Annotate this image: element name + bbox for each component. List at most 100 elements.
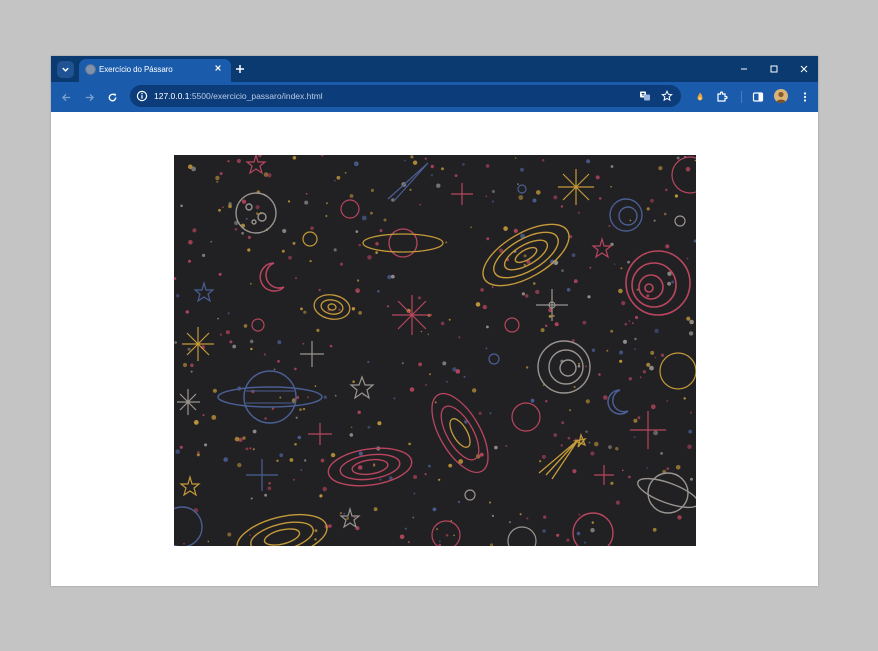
- new-tab-button[interactable]: [234, 63, 246, 75]
- tab-active[interactable]: Exercício do Pássaro: [79, 59, 231, 82]
- star-dot: [193, 420, 199, 425]
- info-icon: [136, 90, 148, 102]
- star-dot: [287, 200, 291, 203]
- star-dot: [188, 240, 193, 245]
- globe-icon: [85, 64, 96, 75]
- star-dot: [410, 155, 414, 159]
- star-dot: [561, 269, 564, 272]
- star-dot: [344, 172, 347, 174]
- browser-menu-button[interactable]: [798, 90, 812, 104]
- star-dot: [584, 541, 586, 544]
- star-dot: [489, 412, 492, 415]
- star-dot: [229, 340, 233, 344]
- star-dot: [295, 277, 297, 280]
- reload-button[interactable]: [105, 90, 119, 104]
- star-dot: [237, 462, 242, 468]
- star-dot: [401, 362, 404, 365]
- tab-strip: Exercício do Pássaro: [51, 56, 818, 82]
- star-dot: [462, 163, 465, 166]
- star-dot: [424, 157, 427, 160]
- star-dot: [470, 226, 472, 229]
- star-dot: [357, 279, 360, 282]
- star-dot: [367, 425, 371, 429]
- star-dot: [355, 230, 359, 233]
- star-dot: [314, 385, 317, 387]
- star-dot: [475, 302, 481, 307]
- star-dot: [282, 228, 287, 234]
- star-dot: [357, 410, 361, 414]
- star-dot: [404, 159, 406, 162]
- profile-avatar[interactable]: [774, 89, 788, 103]
- star-dot: [379, 478, 382, 481]
- star-dot: [358, 243, 361, 247]
- star-dot: [685, 166, 691, 172]
- bookmark-button[interactable]: [660, 89, 674, 103]
- star-dot: [174, 341, 177, 344]
- star-dot: [232, 344, 237, 349]
- minimize-button[interactable]: [738, 63, 750, 75]
- star-dot: [542, 159, 545, 162]
- star-dot: [355, 288, 360, 293]
- star-dot: [610, 185, 612, 188]
- forward-button[interactable]: [82, 90, 96, 104]
- star-dot: [302, 407, 306, 411]
- star-dot: [197, 451, 200, 454]
- tab-close-button[interactable]: [213, 63, 223, 73]
- tab-search-button[interactable]: [57, 61, 74, 78]
- star-dot: [249, 447, 252, 450]
- star-dot: [688, 429, 693, 434]
- star-dot: [409, 387, 415, 392]
- address-bar[interactable]: 127.0.0.1:5500/exercicio_passaro/index.h…: [130, 85, 681, 107]
- star-dot: [485, 347, 488, 350]
- star-dot: [222, 206, 224, 209]
- star-dot: [485, 195, 488, 198]
- star-dot: [264, 417, 267, 420]
- star-dot: [637, 416, 641, 420]
- star-dot: [339, 512, 342, 515]
- star-dot: [245, 217, 248, 220]
- star-dot: [190, 363, 194, 368]
- star-dot: [653, 219, 656, 222]
- star-dot: [318, 288, 321, 292]
- extension-button[interactable]: [693, 90, 707, 104]
- star-dot: [646, 362, 651, 367]
- star-dot: [353, 516, 356, 519]
- star-dot: [523, 254, 527, 258]
- close-icon: [800, 65, 808, 73]
- side-panel-button[interactable]: [751, 90, 765, 104]
- star-dot: [486, 325, 489, 329]
- star-dot: [533, 282, 536, 285]
- star-dot: [288, 255, 292, 260]
- star-dot: [236, 158, 241, 164]
- star-dot: [478, 411, 482, 415]
- translate-button[interactable]: [638, 89, 652, 103]
- star-dot: [620, 267, 623, 270]
- star-dot: [639, 376, 642, 379]
- star-dot: [316, 328, 320, 332]
- close-window-button[interactable]: [798, 63, 810, 75]
- star-dot: [535, 289, 540, 295]
- star-dot: [569, 235, 573, 238]
- extensions-menu-button[interactable]: [715, 90, 729, 104]
- star-dot: [653, 430, 658, 436]
- star-dot: [552, 314, 555, 318]
- star-dot: [577, 211, 580, 214]
- star-dot: [448, 463, 453, 468]
- star-dot: [249, 534, 251, 537]
- star-dot: [247, 248, 251, 252]
- star-dot: [646, 207, 650, 211]
- maximize-button[interactable]: [768, 63, 780, 75]
- star-dot: [183, 542, 185, 545]
- star-dot: [336, 175, 341, 180]
- star-dot: [621, 301, 626, 306]
- star-dot: [491, 286, 494, 288]
- star-dot: [453, 534, 455, 537]
- star-dot: [627, 260, 630, 264]
- back-button[interactable]: [59, 90, 73, 104]
- star-dot: [633, 436, 636, 439]
- site-info-button[interactable]: [135, 89, 149, 103]
- star-dot: [479, 452, 484, 457]
- star-dot: [343, 512, 346, 515]
- star-dot: [404, 527, 407, 530]
- star-dot: [491, 190, 495, 193]
